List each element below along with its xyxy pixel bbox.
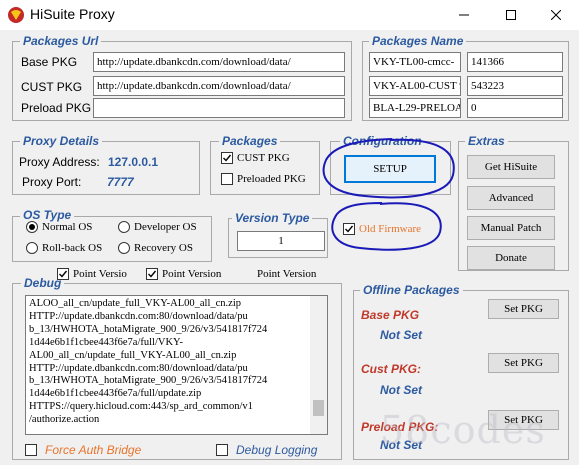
annotation-circle-old-firmware bbox=[331, 202, 442, 251]
annotation-circle-setup bbox=[322, 138, 455, 199]
annotation-overlay bbox=[322, 138, 455, 251]
